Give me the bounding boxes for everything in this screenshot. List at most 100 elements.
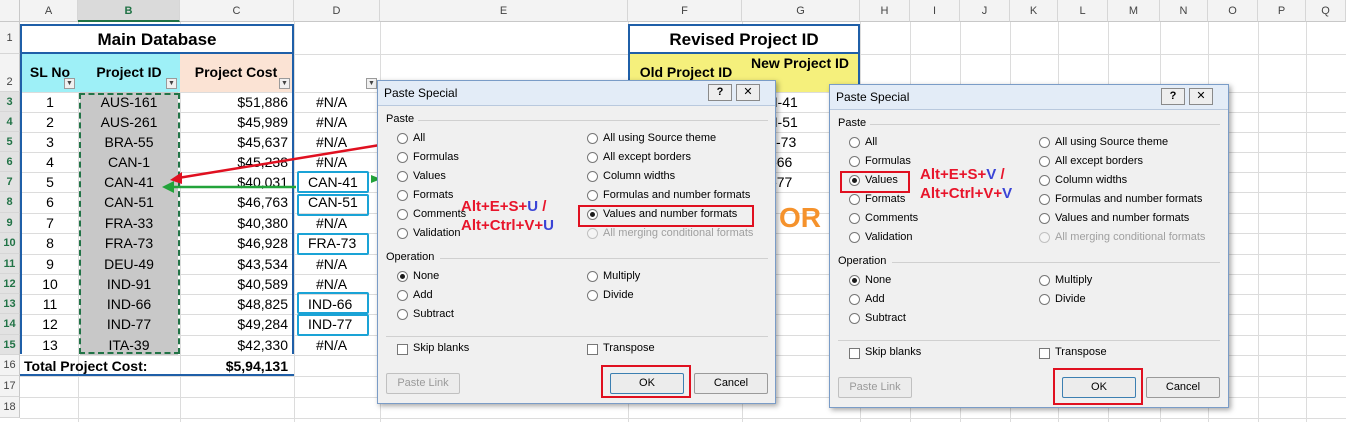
operation-option-none-radio[interactable] [849,275,860,286]
paste-option-all-label[interactable]: All [413,132,425,144]
paste-option-formats-radio[interactable] [397,190,408,201]
operation-option-subtract-label[interactable]: Subtract [865,312,906,324]
paste-option-formulas-label[interactable]: Formulas [413,151,459,163]
paste-option-values-and-number-formats-radio[interactable] [1039,213,1050,224]
operation-option-add-radio[interactable] [397,290,408,301]
transpose-label[interactable]: Transpose [1055,346,1107,358]
skip-blanks-checkbox[interactable] [397,344,408,355]
paste-option-all-using-source-theme-label[interactable]: All using Source theme [603,132,716,144]
shortcut-annotation-right: Alt+E+S+V / Alt+Ctrl+V+V [920,165,1012,203]
operation-option-none-label[interactable]: None [865,274,891,286]
paste-option-all-using-source-theme-radio[interactable] [1039,137,1050,148]
paste-option-comments-label[interactable]: Comments [413,208,466,220]
transpose-label[interactable]: Transpose [603,342,655,354]
paste-option-values-and-number-formats-label[interactable]: Values and number formats [1055,212,1189,224]
or-label: OR [779,202,821,233]
paste-option-formulas-and-number-formats-radio[interactable] [587,190,598,201]
highlight-ok-button [601,365,691,398]
highlight-values-number-formats [578,205,754,227]
shortcut-line-2: Alt+Ctrl+V+V [920,185,1013,202]
operation-option-multiply-radio[interactable] [1039,275,1050,286]
paste-option-all-merging-conditional-formats-radio [1039,232,1050,243]
paste-option-formats-label[interactable]: Formats [865,193,905,205]
cancel-button[interactable]: Cancel [1146,377,1220,398]
paste-option-formulas-radio[interactable] [849,156,860,167]
shortcut-line-2: Alt+Ctrl+V+U [461,217,554,234]
paste-link-button[interactable]: Paste Link [386,373,460,394]
dialog-title-bar[interactable]: Paste Special ? ✕ [378,81,775,106]
paste-option-column-widths-label[interactable]: Column widths [1055,174,1127,186]
operation-option-add-radio[interactable] [849,294,860,305]
help-button[interactable]: ? [708,84,732,101]
operation-option-subtract-radio[interactable] [849,313,860,324]
operation-group-label: Operation [838,255,887,267]
shortcut-line-1: Alt+E+S+V / [920,166,1005,183]
paste-option-formulas-and-number-formats-label[interactable]: Formulas and number formats [1055,193,1202,205]
close-button[interactable]: ✕ [736,84,760,101]
paste-option-all-except-borders-radio[interactable] [587,152,598,163]
paste-link-button[interactable]: Paste Link [838,377,912,398]
paste-option-all-except-borders-label[interactable]: All except borders [1055,155,1143,167]
operation-group-line [440,258,768,259]
paste-option-formulas-and-number-formats-label[interactable]: Formulas and number formats [603,189,750,201]
operation-option-multiply-label[interactable]: Multiply [603,270,640,282]
paste-option-comments-label[interactable]: Comments [865,212,918,224]
paste-option-formulas-label[interactable]: Formulas [865,155,911,167]
excel-worksheet: A B C D E F G H I J K L M N O P Q 1 2 3 4 5 6 7 8 9 10 11 12 13 14 15 16… [0,0,1346,422]
operation-option-subtract-radio[interactable] [397,309,408,320]
paste-option-all-merging-conditional-formats-radio [587,228,598,239]
paste-option-validation-label[interactable]: Validation [413,227,461,239]
skip-blanks-label[interactable]: Skip blanks [413,342,469,354]
paste-option-validation-label[interactable]: Validation [865,231,913,243]
operation-option-none-radio[interactable] [397,271,408,282]
skip-blanks-checkbox[interactable] [849,348,860,359]
paste-option-comments-radio[interactable] [849,213,860,224]
paste-option-validation-radio[interactable] [849,232,860,243]
green-arrow-head [162,181,174,193]
paste-option-all-label[interactable]: All [865,136,877,148]
shortcut-annotation-left: Alt+E+S+U / Alt+Ctrl+V+U [461,197,554,235]
dialog-title-bar[interactable]: Paste Special ? ✕ [830,85,1228,110]
operation-option-add-label[interactable]: Add [865,293,885,305]
paste-option-column-widths-label[interactable]: Column widths [603,170,675,182]
paste-special-dialog-right[interactable]: Paste Special ? ✕ Paste All Formulas Value… [829,84,1229,408]
dialog-title: Paste Special [384,86,458,100]
operation-option-none-label[interactable]: None [413,270,439,282]
transpose-checkbox[interactable] [587,344,598,355]
paste-option-validation-radio[interactable] [397,228,408,239]
help-button[interactable]: ? [1161,88,1185,105]
paste-option-all-except-borders-label[interactable]: All except borders [603,151,691,163]
operation-option-subtract-label[interactable]: Subtract [413,308,454,320]
paste-option-all-radio[interactable] [849,137,860,148]
paste-group-label: Paste [838,117,867,129]
paste-option-all-using-source-theme-label[interactable]: All using Source theme [1055,136,1168,148]
paste-option-formulas-and-number-formats-radio[interactable] [1039,194,1050,205]
paste-option-all-except-borders-radio[interactable] [1039,156,1050,167]
operation-option-divide-label[interactable]: Divide [1055,293,1086,305]
operation-option-multiply-radio[interactable] [587,271,598,282]
paste-special-dialog-left[interactable]: Paste Special ? ✕ Paste All Formulas Value… [377,80,776,404]
operation-option-multiply-label[interactable]: Multiply [1055,274,1092,286]
highlight-ok-button [1053,368,1143,405]
paste-option-all-radio[interactable] [397,133,408,144]
operation-option-add-label[interactable]: Add [413,289,433,301]
paste-option-column-widths-radio[interactable] [1039,175,1050,186]
paste-option-formats-radio[interactable] [849,194,860,205]
close-button[interactable]: ✕ [1189,88,1213,105]
paste-option-formulas-radio[interactable] [397,152,408,163]
skip-blanks-label[interactable]: Skip blanks [865,346,921,358]
operation-option-divide-radio[interactable] [1039,294,1050,305]
transpose-checkbox[interactable] [1039,348,1050,359]
cancel-button[interactable]: Cancel [694,373,768,394]
operation-option-divide-label[interactable]: Divide [603,289,634,301]
paste-option-comments-radio[interactable] [397,209,408,220]
paste-option-formats-label[interactable]: Formats [413,189,453,201]
paste-option-all-merging-conditional-formats-label: All merging conditional formats [603,227,754,239]
paste-option-all-using-source-theme-radio[interactable] [587,133,598,144]
highlight-values [840,171,910,193]
operation-option-divide-radio[interactable] [587,290,598,301]
paste-option-values-radio[interactable] [397,171,408,182]
paste-option-values-label[interactable]: Values [413,170,446,182]
paste-option-column-widths-radio[interactable] [587,171,598,182]
operation-group-line [892,262,1220,263]
